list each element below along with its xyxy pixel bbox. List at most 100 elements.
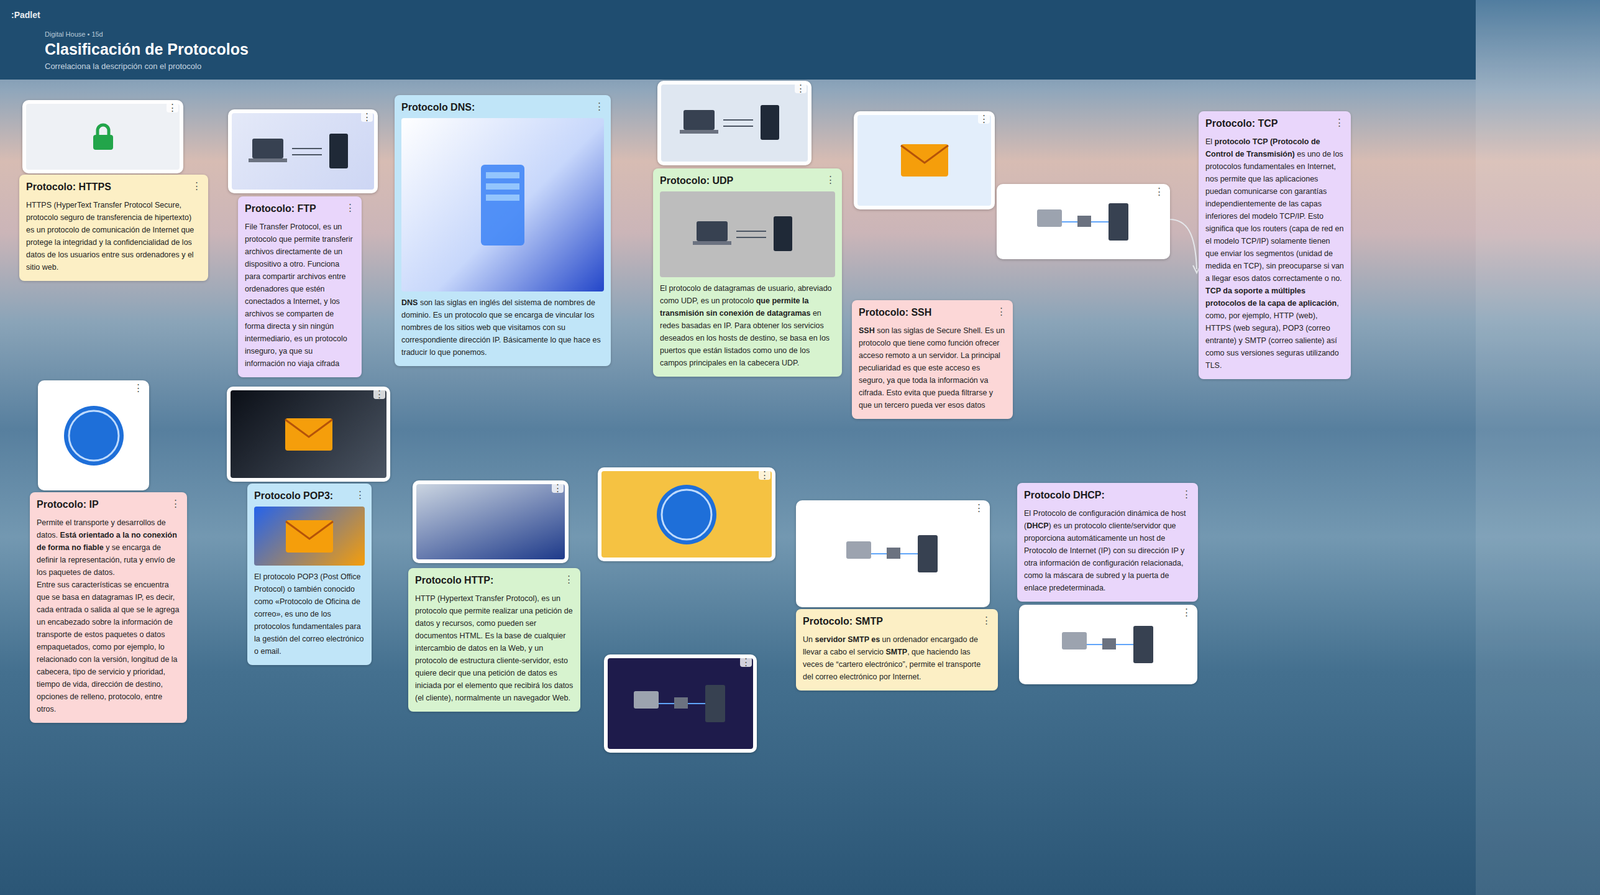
note-post[interactable]: Protocolo: FTP⋮File Transfer Protocol, e… [237, 196, 362, 378]
note-title: Protocolo: IP [36, 497, 99, 512]
image-post[interactable]: ⋮ [226, 386, 391, 482]
post-menu-button[interactable]: ⋮ [981, 614, 992, 626]
note-body: DNS son las siglas en inglés del sistema… [401, 296, 604, 359]
post-group: Protocolo: SSH⋮SSH son las siglas de Sec… [851, 300, 1013, 419]
note-paragraph: El protocolo POP3 (Post Office Protocol)… [254, 570, 365, 658]
post-menu-button[interactable]: ⋮ [1180, 607, 1193, 618]
post-menu-button[interactable]: ⋮ [192, 180, 202, 192]
post-menu-button[interactable]: ⋮ [1334, 116, 1344, 128]
text-run: es uno de los protocolos fundamentales e… [1205, 149, 1344, 283]
note-post[interactable]: Protocolo DHCP: ⋮ El Protocolo de configur… [1017, 482, 1198, 602]
post-menu-button[interactable]: ⋮ [794, 83, 807, 94]
note-header: Protocolo: TCP ⋮ [1205, 116, 1344, 131]
note-post[interactable]: Protocolo: TCP ⋮ El protocolo TCP (Protoco… [1198, 111, 1351, 380]
lock-icon [90, 122, 116, 151]
post-group: ⋮ [996, 183, 1171, 260]
post-menu-button[interactable]: ⋮ [1181, 488, 1192, 500]
note-post[interactable]: Protocolo POP3: ⋮ El protocolo POP3 (Post … [247, 483, 372, 665]
note-body: HTTPS (HyperText Transfer Protocol Secur… [26, 198, 202, 274]
image-post[interactable]: ⋮ [37, 380, 150, 491]
post-menu-button[interactable]: ⋮ [355, 489, 365, 501]
text-run: TCP da soporte a múltiples protocolos de… [1205, 286, 1337, 308]
post-menu-button[interactable]: ⋮ [973, 502, 985, 513]
post-menu-button[interactable]: ⋮ [825, 173, 836, 186]
text-run: son las siglas de Secure Shell. Es un pr… [858, 326, 1005, 410]
image-post[interactable]: ⋮ [412, 480, 569, 563]
text-run: Un [802, 635, 815, 644]
image-post[interactable]: ⋮ [853, 111, 995, 210]
image-post[interactable]: ⋮ [795, 500, 990, 608]
client-icon [247, 129, 360, 174]
post-image [857, 114, 992, 206]
note-title: Protocolo POP3: [254, 489, 334, 503]
post-image [416, 484, 565, 560]
post-menu-button[interactable]: ⋮ [373, 388, 386, 399]
note-header: Protocolo DHCP: ⋮ [1024, 488, 1192, 503]
post-menu-button[interactable]: ⋮ [758, 469, 771, 480]
note-body: El protocolo POP3 (Post Office Protocol)… [254, 570, 365, 658]
post-group: ⋮Protocolo: FTP⋮File Transfer Protocol, … [226, 109, 391, 665]
network-icon [1055, 619, 1162, 670]
post-group: Protocolo DNS:⋮DNS son las siglas en ing… [394, 95, 611, 366]
server-icon [474, 158, 531, 252]
note-body: El protocolo de datagramas de usuario, a… [659, 282, 836, 370]
post-group: ⋮Protocolo: IP⋮Permite el transporte y d… [29, 380, 188, 723]
note-paragraph: HTTP (Hypertext Transfer Protocol), es u… [415, 592, 574, 704]
text-run: El [1205, 137, 1215, 147]
image-post[interactable]: ⋮ [597, 467, 776, 562]
post-group: ⋮Protocolo: HTTPS⋮HTTPS (HyperText Trans… [19, 100, 209, 281]
image-post[interactable]: ⋮ [996, 183, 1171, 260]
post-menu-button[interactable]: ⋮ [345, 201, 355, 214]
post-image [41, 384, 146, 487]
text-run: servidor SMTP es [814, 635, 880, 644]
post-menu-button[interactable]: ⋮ [564, 573, 574, 585]
note-header: Protocolo: UDP⋮ [659, 173, 836, 188]
text-run: , como, por ejemplo, HTTP (web), HTTPS (… [1205, 298, 1340, 370]
post-group: ⋮ [597, 467, 776, 562]
image-post[interactable]: ⋮ [657, 80, 812, 166]
text-run: son las siglas en inglés del sistema de … [401, 298, 601, 357]
post-menu-button[interactable]: ⋮ [978, 113, 990, 124]
text-run: DHCP [1026, 521, 1049, 531]
text-run: HTTP (Hypertext Transfer Protocol), es u… [415, 594, 573, 703]
note-title: Protocolo: TCP [1205, 116, 1278, 131]
post-menu-button[interactable]: ⋮ [996, 305, 1006, 317]
note-post[interactable]: Protocolo: SSH⋮SSH son las siglas de Sec… [851, 300, 1013, 419]
post-menu-button[interactable]: ⋮ [594, 100, 604, 112]
text-run: en redes basadas en IP. Para obtener los… [659, 308, 830, 368]
image-post[interactable]: ⋮ [228, 109, 378, 194]
board-title: Clasificación de Protocolos [44, 39, 249, 60]
note-body: HTTP (Hypertext Transfer Protocol), es u… [415, 592, 574, 704]
post-group: ⋮ [603, 654, 757, 753]
post-menu-button[interactable]: ⋮ [1153, 186, 1166, 197]
post-menu-button[interactable]: ⋮ [740, 656, 752, 667]
note-post[interactable]: Protocolo: IP⋮Permite el transporte y de… [29, 492, 188, 723]
text-run: File Transfer Protocol, es un protocolo … [244, 222, 353, 368]
post-image [26, 103, 180, 170]
post-menu-button[interactable]: ⋮ [361, 111, 373, 122]
note-post[interactable]: Protocolo DNS:⋮DNS son las siglas en ing… [394, 95, 611, 366]
post-menu-button[interactable]: ⋮ [551, 482, 564, 493]
note-title: Protocolo: SSH [858, 305, 932, 320]
image-post[interactable]: ⋮ [22, 100, 184, 174]
post-menu-button[interactable]: ⋮ [132, 382, 145, 393]
note-paragraph: El protocolo de datagramas de usuario, a… [659, 282, 836, 370]
padlet-logo[interactable]: :Padlet [11, 8, 41, 22]
post-image [661, 84, 808, 162]
post-menu-button[interactable]: ⋮ [166, 102, 179, 113]
note-title: Protocolo DHCP: [1024, 488, 1105, 503]
note-paragraph: Un servidor SMTP es un ordenador encarga… [802, 633, 992, 683]
note-paragraph: El Protocolo de configuración dinámica d… [1024, 507, 1192, 595]
post-menu-button[interactable]: ⋮ [170, 497, 181, 509]
image-post[interactable]: ⋮ [1019, 604, 1198, 685]
note-post[interactable]: Protocolo HTTP:⋮HTTP (Hypertext Transfer… [408, 567, 581, 712]
note-post[interactable]: Protocolo: SMTP⋮Un servidor SMTP es un o… [795, 608, 998, 691]
note-post[interactable]: Protocolo: HTTPS⋮ HTTPS (HyperText Transf… [19, 174, 209, 281]
note-post[interactable]: Protocolo: UDP⋮ El protocolo de datagrama… [653, 168, 842, 377]
note-paragraph: El protocolo TCP (Protocolo de Control d… [1205, 135, 1344, 372]
note-header: Protocolo: IP ⋮ [36, 497, 181, 512]
globe-icon [59, 401, 128, 470]
note-header: Protocolo: HTTPS⋮ [26, 180, 202, 194]
image-post[interactable]: ⋮ [603, 654, 757, 753]
text-run: SMTP [885, 647, 908, 657]
